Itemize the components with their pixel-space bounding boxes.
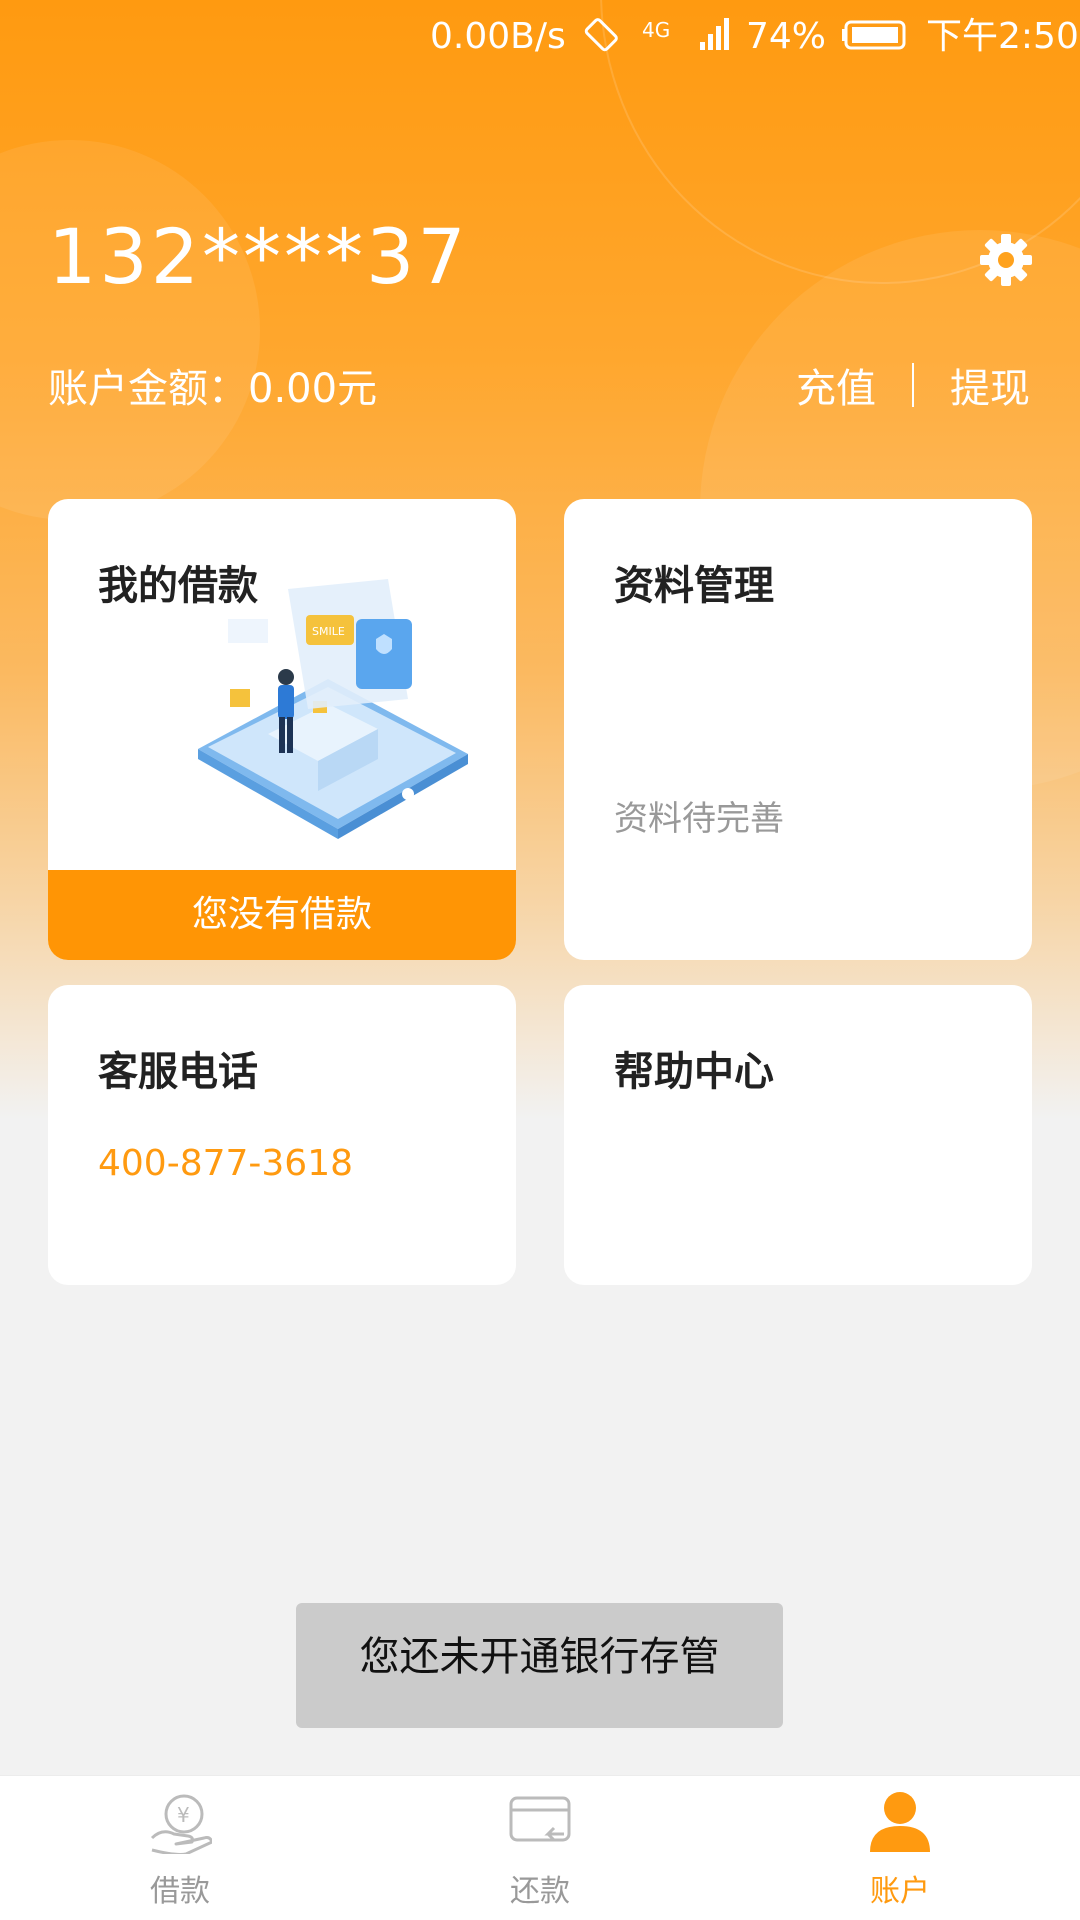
network-speed: 0.00B/s: [430, 16, 566, 57]
recharge-button[interactable]: 充值: [796, 356, 876, 414]
signal-icon: [698, 14, 734, 66]
svg-text:¥: ¥: [177, 1803, 190, 1827]
network-type-icon: 4G: [642, 20, 670, 40]
customer-service-phone[interactable]: 400-877-3618: [98, 1143, 353, 1184]
battery-icon: [840, 14, 910, 66]
profile-management-title: 资料管理: [614, 563, 774, 609]
nav-item-account[interactable]: 账户: [800, 1776, 1000, 1920]
clock: 下午2:50: [926, 16, 1079, 57]
customer-service-card[interactable]: 客服电话 400-877-3618: [48, 985, 516, 1285]
toast-message: 您还未开通银行存管: [296, 1603, 783, 1728]
help-center-title: 帮助中心: [614, 1049, 774, 1095]
nav-label-account: 账户: [870, 1874, 930, 1909]
nav-label-repay: 还款: [510, 1874, 570, 1909]
loan-hand-icon: ¥: [150, 1794, 212, 1854]
customer-service-title: 客服电话: [98, 1049, 258, 1095]
network-type-label: 4G: [642, 18, 671, 42]
nav-label-loan: 借款: [150, 1874, 210, 1909]
balance-actions: 充值 提现: [796, 356, 1030, 414]
balance-label: 账户金额：: [48, 366, 248, 412]
illustration-label: SMILE: [312, 625, 345, 638]
my-loans-card[interactable]: 我的借款 SMILE 您没有借款: [48, 499, 516, 960]
gear-icon: [980, 234, 1032, 286]
profile-status: 资料待完善: [614, 799, 784, 839]
profile-management-card[interactable]: 资料管理 资料待完善: [564, 499, 1032, 960]
nav-item-loan[interactable]: ¥ 借款: [80, 1776, 280, 1920]
nav-item-repay[interactable]: 还款: [440, 1776, 640, 1920]
bottom-navigation: ¥ 借款 还款 账户: [0, 1775, 1080, 1920]
battery-percent: 74%: [746, 16, 827, 57]
account-number: 132****37: [48, 212, 469, 301]
user-icon: [870, 1792, 930, 1852]
loan-illustration: SMILE: [198, 579, 468, 839]
loans-status: 您没有借款: [48, 870, 516, 960]
action-divider: [912, 363, 914, 407]
rotate-icon: [582, 14, 622, 66]
account-balance: 账户金额：0.00元: [48, 356, 377, 414]
withdraw-button[interactable]: 提现: [950, 356, 1030, 414]
help-center-card[interactable]: 帮助中心: [564, 985, 1032, 1285]
status-bar: 0.00B/s 4G 74% 下午2:50: [0, 0, 1080, 75]
settings-button[interactable]: [976, 230, 1036, 290]
balance-value: 0.00元: [248, 366, 378, 412]
card-repay-icon: [509, 1796, 571, 1842]
